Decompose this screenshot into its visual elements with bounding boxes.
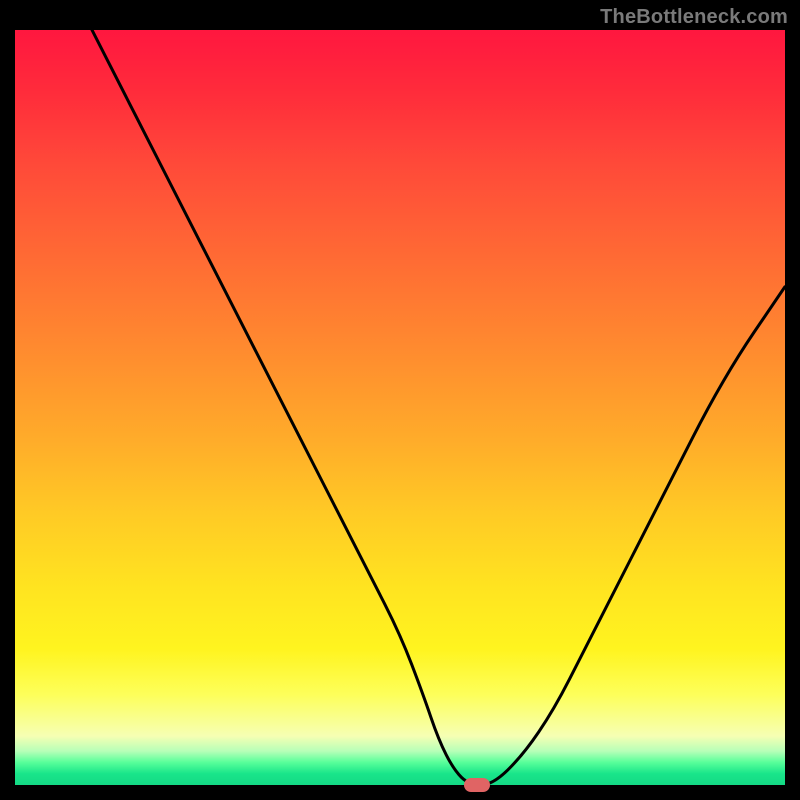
minimum-marker (464, 778, 490, 792)
curve-svg (15, 30, 785, 785)
bottleneck-curve (92, 30, 785, 785)
watermark-text: TheBottleneck.com (600, 6, 788, 29)
chart-stage: TheBottleneck.com (0, 0, 800, 800)
plot-area (15, 30, 785, 785)
